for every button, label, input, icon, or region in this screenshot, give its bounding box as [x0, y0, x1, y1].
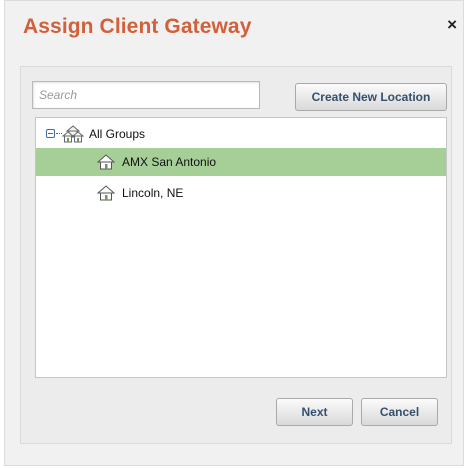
tree-item-label: AMX San Antonio [122, 155, 217, 169]
tree-root-label: All Groups [89, 127, 146, 141]
tree-root-all-groups[interactable]: All Groups [36, 120, 446, 148]
location-tree: All Groups AMX San Antonio Lincoln, NE [35, 117, 447, 378]
group-houses-icon [62, 125, 84, 143]
tree-item-amx-san-antonio[interactable]: AMX San Antonio [36, 148, 446, 176]
close-icon[interactable]: × [447, 15, 457, 35]
house-icon [97, 154, 115, 170]
search-input[interactable] [32, 81, 260, 109]
dialog-title: Assign Client Gateway [23, 15, 252, 38]
tree-item-lincoln-ne[interactable]: Lincoln, NE [36, 179, 446, 207]
cancel-button[interactable]: Cancel [361, 398, 438, 426]
tree-item-label: Lincoln, NE [122, 186, 184, 200]
house-icon [97, 185, 115, 201]
create-new-location-button[interactable]: Create New Location [295, 83, 447, 111]
collapse-toggle-icon[interactable] [46, 129, 55, 138]
next-button[interactable]: Next [276, 398, 353, 426]
